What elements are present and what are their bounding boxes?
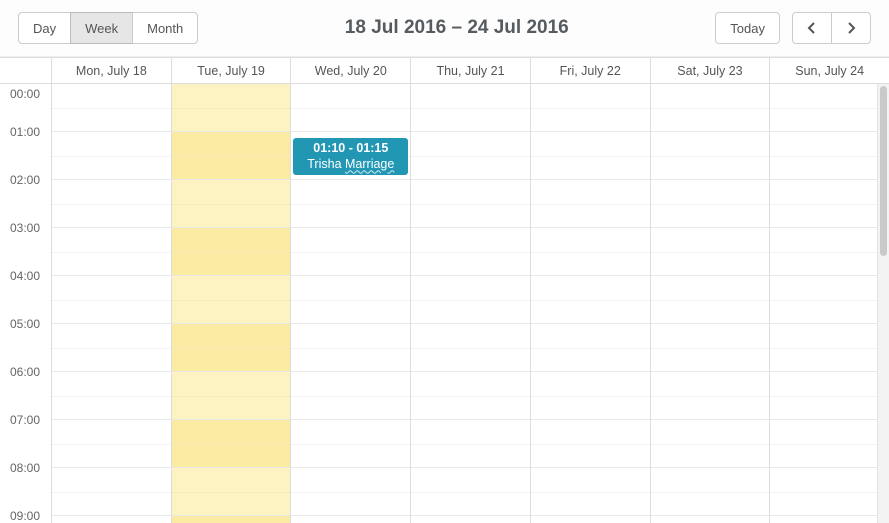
calendar-toolbar: Day Week Month 18 Jul 2016 – 24 Jul 2016…	[0, 0, 889, 57]
event-time: 01:10 - 01:15	[299, 141, 402, 157]
day-header[interactable]: Fri, July 22	[531, 58, 651, 83]
hour-cell[interactable]	[651, 516, 770, 523]
vertical-scrollbar[interactable]	[877, 84, 889, 523]
hour-cell[interactable]	[531, 516, 650, 523]
day-header[interactable]: Tue, July 19	[172, 58, 292, 83]
today-button[interactable]: Today	[715, 12, 780, 44]
day-header[interactable]: Sat, July 23	[651, 58, 771, 83]
day-header[interactable]: Wed, July 20	[291, 58, 411, 83]
day-header[interactable]: Mon, July 18	[52, 58, 172, 83]
prev-button[interactable]	[792, 12, 832, 44]
scrollbar-thumb[interactable]	[880, 86, 887, 256]
view-week-button[interactable]: Week	[70, 12, 133, 44]
day-column-mon[interactable]	[52, 84, 172, 523]
hour-cell[interactable]	[172, 516, 291, 523]
day-column-wed[interactable]: 01:10 - 01:15Trisha Marriage	[291, 84, 411, 523]
prev-next-group	[792, 12, 871, 44]
calendar-event[interactable]: 01:10 - 01:15Trisha Marriage	[293, 138, 408, 175]
chevron-left-icon	[807, 22, 817, 34]
time-grid: 00:00 01:00 02:00 03:00 04:00 05:00 06:0…	[0, 84, 889, 523]
day-column-sat[interactable]	[651, 84, 771, 523]
date-range-title: 18 Jul 2016 – 24 Jul 2016	[198, 17, 715, 39]
chevron-right-icon	[846, 22, 856, 34]
day-column-fri[interactable]	[531, 84, 651, 523]
time-gutter-header	[0, 58, 52, 83]
view-switcher: Day Week Month	[18, 12, 198, 44]
day-header-row: Mon, July 18 Tue, July 19 Wed, July 20 T…	[0, 58, 889, 84]
day-column-tue[interactable]	[172, 84, 292, 523]
view-month-button[interactable]: Month	[132, 12, 198, 44]
event-title: Trisha Marriage	[299, 157, 402, 173]
hour-cell[interactable]	[770, 516, 889, 523]
day-column-thu[interactable]	[411, 84, 531, 523]
time-gutter: 00:00 01:00 02:00 03:00 04:00 05:00 06:0…	[0, 84, 52, 523]
day-header[interactable]: Thu, July 21	[411, 58, 531, 83]
time-label: 09:00	[0, 516, 51, 523]
hour-cell[interactable]	[52, 516, 171, 523]
time-grid-scroll[interactable]: 00:00 01:00 02:00 03:00 04:00 05:00 06:0…	[0, 84, 889, 523]
calendar-week-view: Mon, July 18 Tue, July 19 Wed, July 20 T…	[0, 57, 889, 523]
day-header[interactable]: Sun, July 24	[770, 58, 889, 83]
hour-cell[interactable]	[411, 516, 530, 523]
next-button[interactable]	[831, 12, 871, 44]
hour-cell[interactable]	[291, 516, 410, 523]
nav-controls: Today	[715, 12, 871, 44]
day-column-sun[interactable]	[770, 84, 889, 523]
view-day-button[interactable]: Day	[18, 12, 71, 44]
